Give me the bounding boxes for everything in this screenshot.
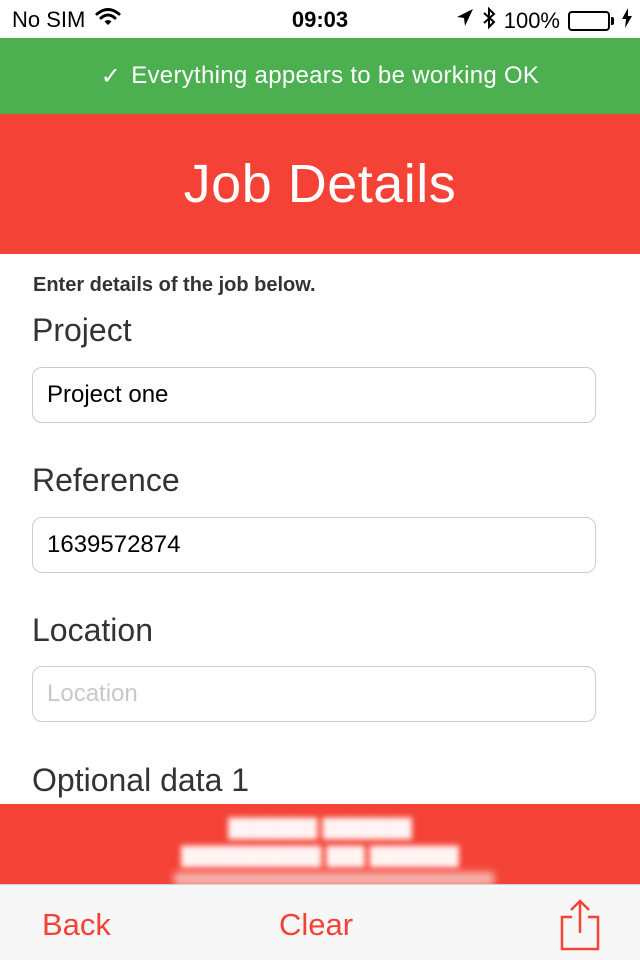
status-right: 100% (456, 6, 632, 36)
page-title: Job Details (183, 154, 457, 214)
job-form[interactable]: Enter details of the job below. Project … (0, 254, 640, 804)
clear-button[interactable]: Clear (279, 907, 353, 943)
bottom-toolbar: Back Clear (0, 884, 640, 960)
battery-icon (568, 11, 614, 31)
reference-input[interactable] (32, 517, 596, 573)
status-bar: No SIM 09:03 100% (0, 0, 640, 40)
project-label: Project (32, 312, 132, 348)
status-banner-text: Everything appears to be working OK (131, 62, 540, 89)
footer-blurred-text-1: ███████ ███████ (228, 818, 412, 838)
footer-panel: ███████ ███████ ███████████ ███ ███████ (0, 804, 640, 886)
status-banner: ✓ Everything appears to be working OK (0, 38, 640, 114)
optional-data-1-label: Optional data 1 (32, 762, 250, 798)
location-input[interactable] (32, 666, 596, 722)
back-button[interactable]: Back (42, 907, 111, 943)
location-arrow-icon (456, 8, 474, 34)
form-intro: Enter details of the job below. (33, 274, 316, 296)
check-icon: ✓ (100, 62, 122, 90)
charging-bolt-icon (622, 8, 632, 34)
page-header: Job Details (0, 114, 640, 254)
location-label: Location (32, 612, 153, 648)
battery-percent: 100% (503, 8, 560, 33)
bluetooth-icon (482, 6, 496, 36)
reference-label: Reference (32, 462, 180, 498)
project-input[interactable] (32, 367, 596, 423)
share-icon[interactable] (558, 899, 602, 951)
footer-blurred-text-2: ███████████ ███ ███████ (181, 846, 459, 866)
